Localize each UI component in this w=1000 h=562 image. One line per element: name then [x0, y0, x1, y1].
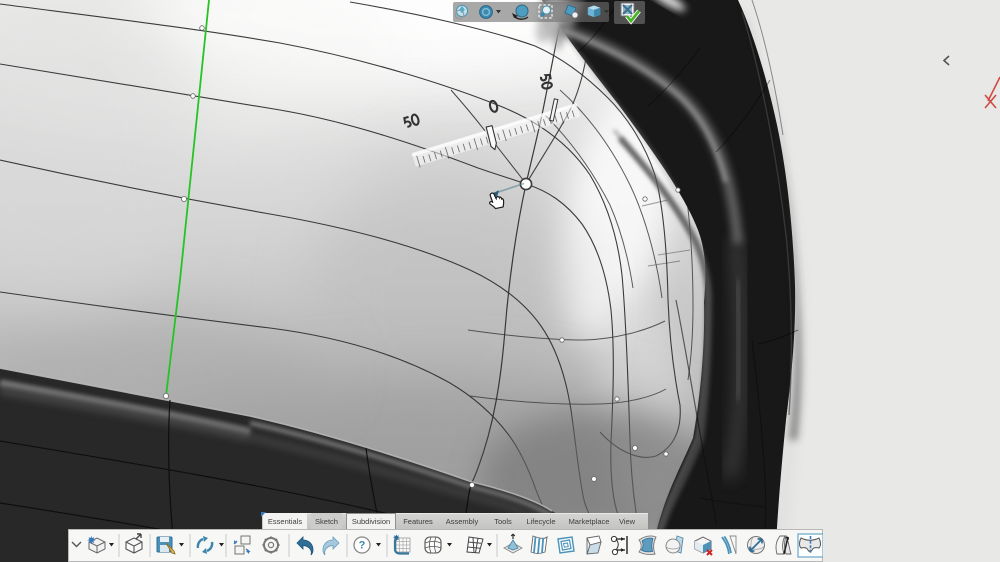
svg-text:?: ?	[359, 540, 366, 552]
